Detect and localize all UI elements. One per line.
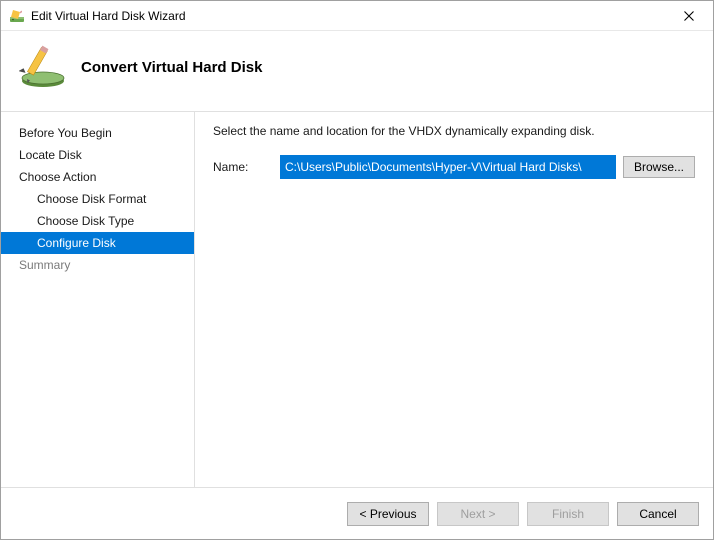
- sidebar-step-4[interactable]: Choose Disk Type: [1, 210, 194, 232]
- wizard-body: Before You BeginLocate DiskChoose Action…: [1, 111, 713, 487]
- titlebar: Edit Virtual Hard Disk Wizard: [1, 1, 713, 31]
- name-row: Name: Browse...: [213, 156, 695, 178]
- name-input[interactable]: [281, 156, 615, 178]
- sidebar-step-3[interactable]: Choose Disk Format: [1, 188, 194, 210]
- previous-button[interactable]: < Previous: [347, 502, 429, 526]
- finish-button[interactable]: Finish: [527, 502, 609, 526]
- sidebar-step-5[interactable]: Configure Disk: [1, 232, 194, 254]
- sidebar-step-2[interactable]: Choose Action: [1, 166, 194, 188]
- wizard-window: Edit Virtual Hard Disk Wizard Convert Vi…: [0, 0, 714, 540]
- instruction-text: Select the name and location for the VHD…: [213, 124, 695, 138]
- sidebar-step-6[interactable]: Summary: [1, 254, 194, 276]
- sidebar-step-0[interactable]: Before You Begin: [1, 122, 194, 144]
- name-label: Name:: [213, 160, 273, 174]
- next-button[interactable]: Next >: [437, 502, 519, 526]
- wizard-steps-sidebar: Before You BeginLocate DiskChoose Action…: [1, 112, 195, 487]
- browse-button[interactable]: Browse...: [623, 156, 695, 178]
- sidebar-step-1[interactable]: Locate Disk: [1, 144, 194, 166]
- wizard-footer: < Previous Next > Finish Cancel: [1, 487, 713, 539]
- window-title: Edit Virtual Hard Disk Wizard: [31, 9, 667, 23]
- close-button[interactable]: [667, 2, 711, 30]
- page-title: Convert Virtual Hard Disk: [81, 59, 262, 76]
- wizard-header: Convert Virtual Hard Disk: [1, 31, 713, 111]
- wizard-content: Select the name and location for the VHD…: [195, 112, 713, 487]
- app-icon: [9, 8, 25, 24]
- disk-pencil-icon: [19, 43, 67, 91]
- cancel-button[interactable]: Cancel: [617, 502, 699, 526]
